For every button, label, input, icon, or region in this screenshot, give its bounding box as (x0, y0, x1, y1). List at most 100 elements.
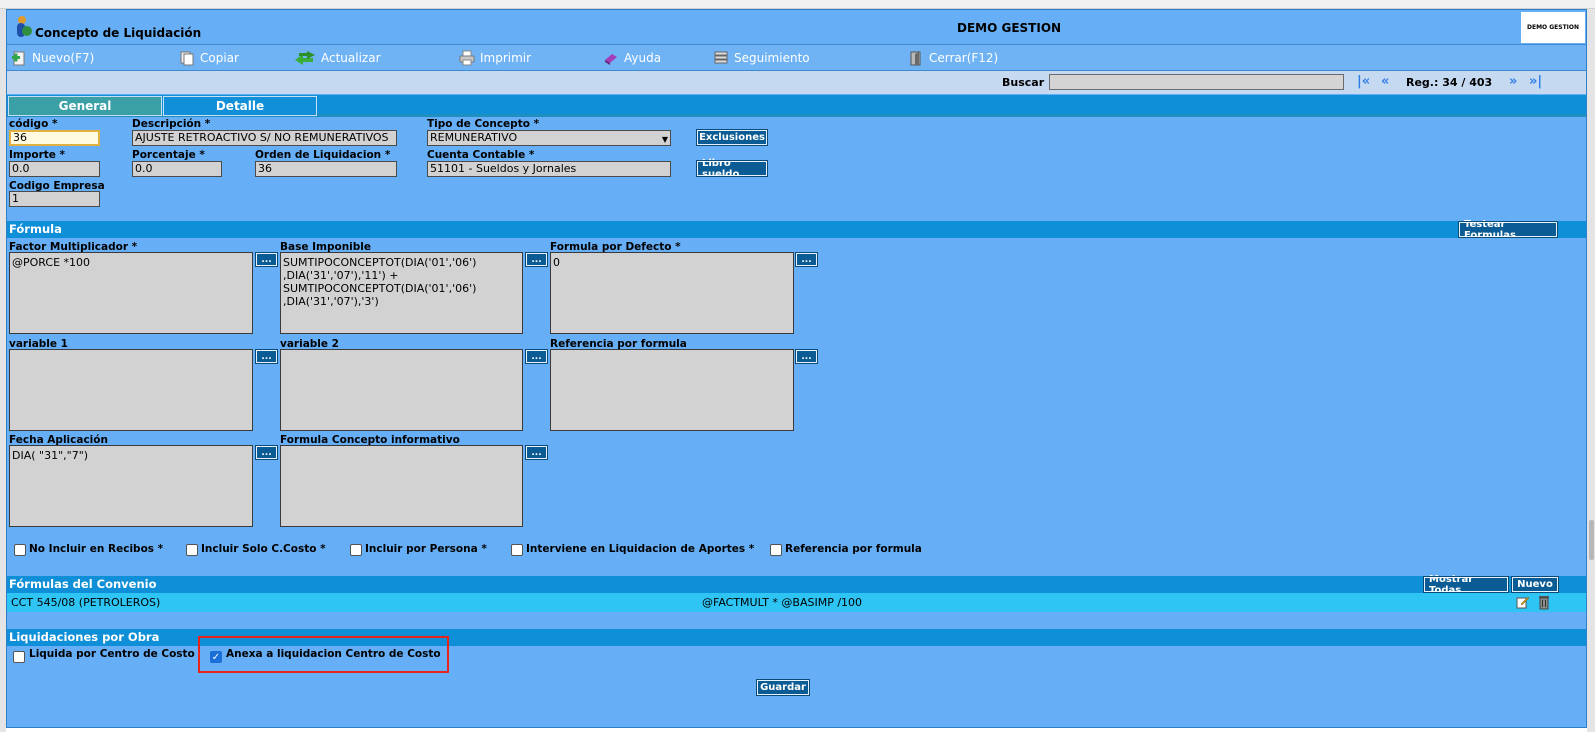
convenio-name: CCT 545/08 (PETROLEROS) (11, 596, 161, 609)
defecto-textarea[interactable]: 0 (550, 252, 794, 334)
previous-record-button[interactable]: « (1381, 74, 1389, 89)
tracking-button[interactable]: Seguimiento (712, 49, 810, 67)
close-button[interactable]: Cerrar(F12) (907, 49, 998, 67)
cuenta-label: Cuenta Contable * (427, 149, 535, 161)
libro-sueldo-button[interactable]: Libro sueldo (696, 158, 768, 180)
incluir-solo-ccosto-checkbox[interactable] (186, 544, 198, 556)
copy-button[interactable]: Copiar (178, 49, 239, 67)
descripcion-field[interactable]: AJUSTE RETROACTIVO S/ NO REMUNERATIVOS (132, 130, 397, 146)
next-record-button[interactable]: » (1509, 74, 1517, 89)
base-textarea[interactable]: SUMTIPOCONCEPTOT(DIA('01','06') ,DIA('31… (280, 252, 523, 334)
convenio-formula: @FACTMULT * @BASIMP /100 (702, 596, 863, 609)
window-title: Concepto de Liquidación (35, 26, 202, 40)
factor-textarea[interactable]: @PORCE *100 (9, 252, 253, 334)
obra-section-title: Liquidaciones por Obra (9, 630, 160, 644)
company-logo: DEMO GESTION (1521, 12, 1585, 43)
factor-editor-button[interactable]: ... (255, 252, 278, 267)
orden-label: Orden de Liquidacion * (255, 149, 391, 161)
porcentaje-field[interactable]: 0.0 (132, 161, 222, 177)
referencia-editor-button[interactable]: ... (795, 349, 818, 364)
refresh-label: Actualizar (321, 51, 381, 65)
company-name: DEMO GESTION (957, 21, 1062, 35)
convenio-section-title: Fórmulas del Convenio (9, 577, 157, 591)
printer-icon (458, 50, 476, 66)
trash-icon[interactable] (1537, 594, 1551, 610)
show-all-button[interactable]: Mostrar Todas (1423, 574, 1509, 596)
app-logo-icon (13, 14, 35, 40)
fecha-textarea[interactable]: DIA( "31","7") (9, 445, 253, 527)
referencia-formula-checkbox[interactable] (770, 544, 782, 556)
close-label: Cerrar(F12) (929, 51, 999, 65)
first-record-button[interactable]: |« (1357, 74, 1370, 89)
importe-field[interactable]: 0.0 (9, 161, 100, 177)
copy-icon (178, 50, 196, 66)
new-button[interactable]: Nuevo(F7) (10, 49, 94, 67)
incluir-solo-ccosto-label: Incluir Solo C.Costo * (201, 543, 326, 555)
edit-icon[interactable] (1516, 595, 1530, 609)
refresh-button[interactable]: Actualizar (293, 49, 381, 67)
table-row[interactable]: CCT 545/08 (PETROLEROS) @FACTMULT * @BAS… (7, 593, 1586, 612)
empresa-field[interactable]: 1 (9, 191, 100, 207)
copy-label: Copiar (200, 51, 239, 65)
tab-detalle[interactable]: Detalle (163, 96, 317, 116)
descripcion-label: Descripción * (132, 118, 211, 130)
variable2-editor-button[interactable]: ... (525, 349, 548, 364)
save-button[interactable]: Guardar (756, 679, 810, 696)
tab-general[interactable]: General (8, 96, 162, 116)
variable1-textarea[interactable] (9, 349, 253, 431)
base-editor-button[interactable]: ... (525, 252, 548, 267)
title-bar: Concepto de Liquidación DEMO GESTION DEM… (7, 10, 1586, 44)
formula-section-header: Fórmula (7, 221, 1586, 238)
variable1-editor-button[interactable]: ... (255, 349, 278, 364)
search-bar: Buscar |« « Reg.: 34 / 403 » »| (7, 71, 1586, 94)
incluir-por-persona-checkbox[interactable] (350, 544, 362, 556)
liquida-centro-costo-label: Liquida por Centro de Costo (29, 648, 195, 660)
vertical-scrollbar[interactable] (1587, 9, 1595, 732)
referencia-textarea[interactable] (550, 349, 794, 431)
porcentaje-label: Porcentaje * (132, 149, 205, 161)
exclusiones-button[interactable]: Exclusiones (696, 129, 768, 146)
tipo-select[interactable]: REMUNERATIVO ▼ (427, 130, 671, 146)
search-label: Buscar (1002, 76, 1045, 89)
interviene-aportes-checkbox[interactable] (511, 544, 523, 556)
new-label: Nuevo(F7) (32, 51, 95, 65)
tipo-label: Tipo de Concepto * (427, 118, 540, 130)
tipo-value: REMUNERATIVO (430, 131, 518, 144)
convenio-section-header: Fórmulas del Convenio (7, 576, 1586, 593)
scrollbar-thumb[interactable] (1589, 520, 1594, 560)
importe-label: Importe * (9, 149, 66, 161)
informativo-editor-button[interactable]: ... (525, 445, 548, 460)
liquida-centro-costo-checkbox[interactable] (13, 651, 25, 663)
referencia-formula-checkbox-label: Referencia por formula (785, 543, 922, 555)
help-button[interactable]: Ayuda (602, 49, 661, 67)
fecha-editor-button[interactable]: ... (255, 445, 278, 460)
help-book-icon (602, 50, 620, 66)
codigo-field[interactable]: 36 (9, 130, 100, 146)
new-convenio-button[interactable]: Nuevo (1511, 576, 1559, 593)
tracking-label: Seguimiento (734, 51, 810, 65)
defecto-editor-button[interactable]: ... (795, 252, 818, 267)
print-label: Imprimir (480, 51, 532, 65)
variable2-textarea[interactable] (280, 349, 523, 431)
toolbar: Nuevo(F7) Copiar Actualizar Imprimir Ayu… (7, 44, 1586, 71)
no-incluir-recibos-checkbox[interactable] (14, 544, 26, 556)
incluir-por-persona-label: Incluir por Persona * (365, 543, 487, 555)
codigo-label: código * (9, 118, 58, 130)
cuenta-field[interactable]: 51101 - Sueldos y Jornales (427, 161, 671, 177)
record-counter: Reg.: 34 / 403 (1406, 76, 1493, 89)
last-record-button[interactable]: »| (1529, 74, 1542, 89)
no-incluir-recibos-label: No Incluir en Recibos * (29, 543, 164, 555)
orden-field[interactable]: 36 (255, 161, 397, 177)
chevron-down-icon: ▼ (661, 135, 668, 144)
top-border (0, 0, 1595, 9)
new-document-icon (10, 50, 28, 66)
help-label: Ayuda (624, 51, 662, 65)
refresh-icon (293, 50, 317, 66)
test-formulas-button[interactable]: Testear Formulas (1458, 219, 1558, 241)
tracking-stack-icon (712, 50, 730, 66)
formula-section-title: Fórmula (9, 222, 62, 236)
highlight-box (198, 636, 449, 673)
informativo-textarea[interactable] (280, 445, 523, 527)
print-button[interactable]: Imprimir (458, 49, 531, 67)
search-input[interactable] (1049, 74, 1344, 90)
